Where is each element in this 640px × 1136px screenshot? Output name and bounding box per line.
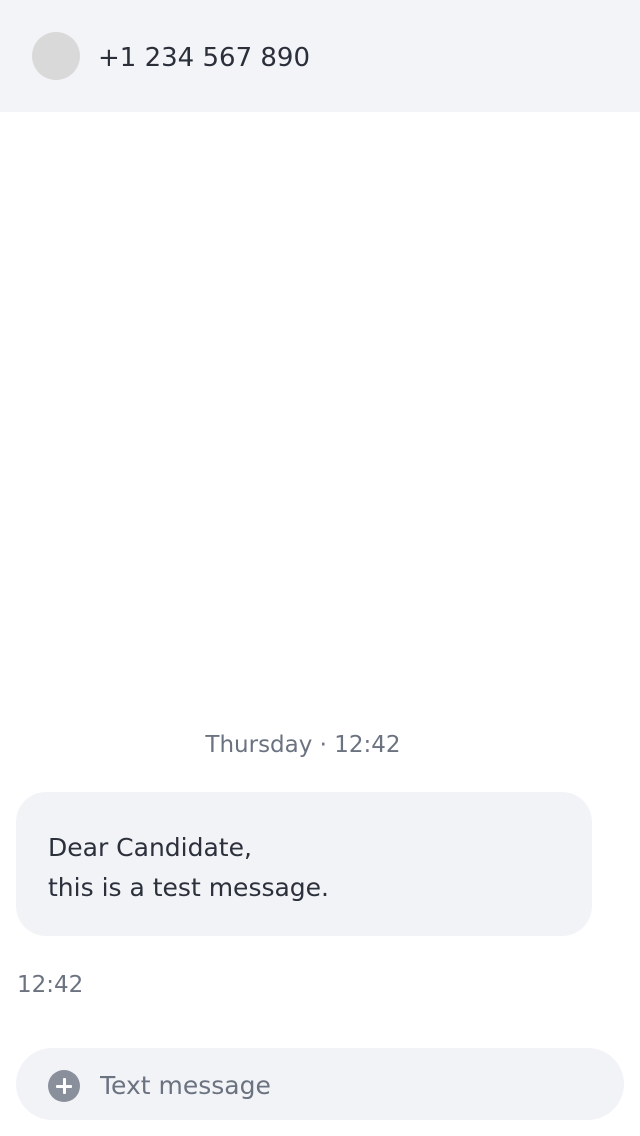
message-line-2: this is a test message. (48, 873, 330, 902)
chat-screen: +1 234 567 890 Thursday · 12:42 Dear Can… (0, 0, 640, 1136)
contact-avatar[interactable] (32, 32, 80, 80)
conversation-header: +1 234 567 890 (0, 0, 640, 112)
message-timestamp: 12:42 (17, 972, 84, 998)
plus-circle-icon[interactable] (48, 1070, 80, 1102)
message-line-1: Dear Candidate, (48, 833, 252, 862)
date-separator: Thursday · 12:42 (205, 732, 401, 758)
message-input[interactable] (100, 1066, 600, 1104)
message-bubble[interactable]: Dear Candidate, this is a test message. (16, 792, 592, 936)
message-composer (16, 1048, 624, 1120)
contact-number[interactable]: +1 234 567 890 (98, 40, 310, 76)
